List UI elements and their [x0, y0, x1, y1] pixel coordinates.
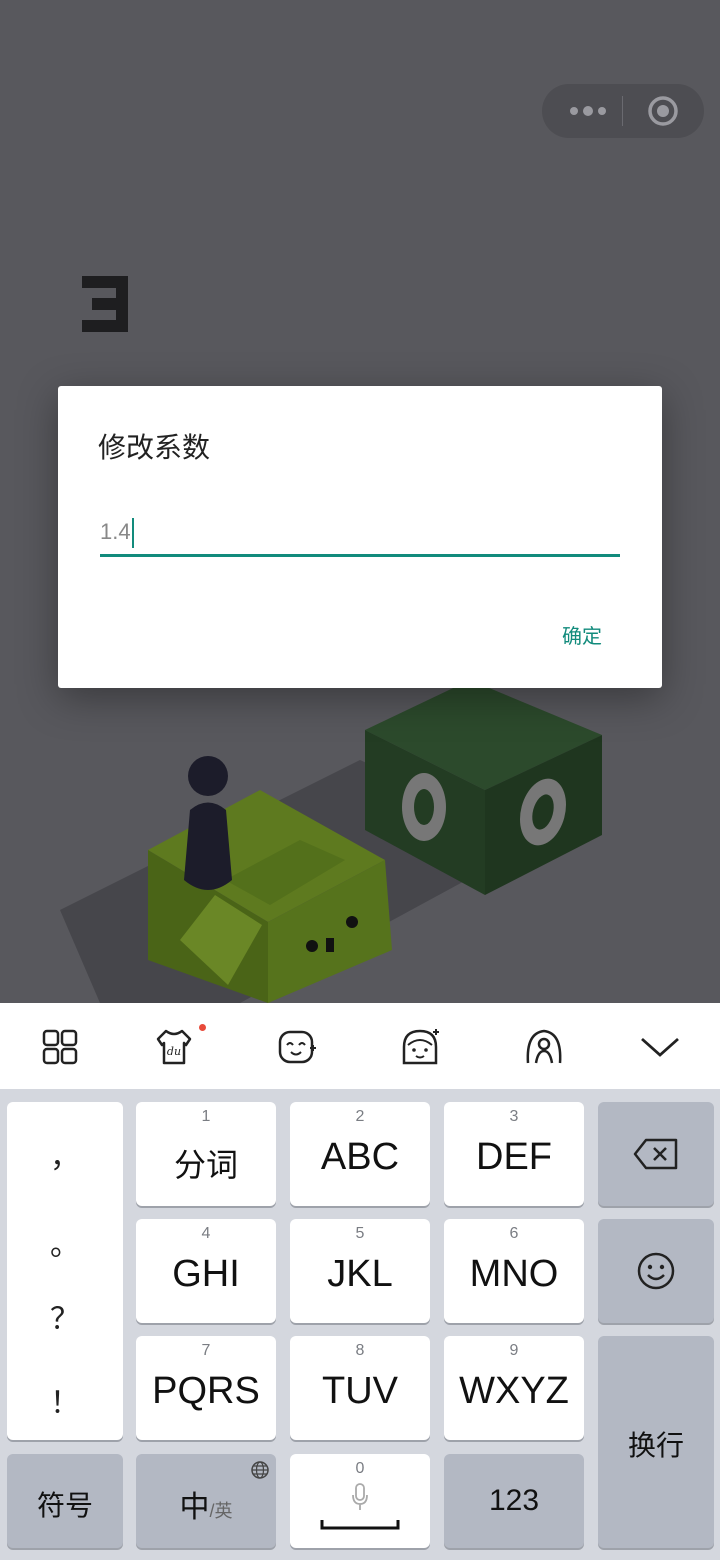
space-key[interactable]: 0 — [290, 1454, 430, 1548]
key-label: WXYZ — [459, 1370, 569, 1412]
key-number: 8 — [355, 1342, 365, 1359]
svg-text:du: du — [167, 1045, 181, 1058]
key-label: TUV — [322, 1370, 398, 1412]
symbol-key[interactable]: 符号 — [7, 1454, 123, 1548]
smiley-icon — [637, 1252, 675, 1290]
keyboard-toolbar: du — [0, 1003, 720, 1089]
key-5-jkl[interactable]: 5 JKL — [290, 1219, 430, 1323]
lang-main-label: 中 — [179, 1491, 210, 1524]
dialog-title: 修改系数 — [98, 431, 211, 464]
key-4-ghi[interactable]: 4 GHI — [136, 1219, 276, 1323]
microphone-icon — [352, 1483, 368, 1510]
punct-exclaim[interactable]: ！ — [7, 1378, 123, 1422]
key-6-mno[interactable]: 6 MNO — [444, 1219, 584, 1323]
number-mode-label: 123 — [488, 1484, 540, 1517]
key-7-pqrs[interactable]: 7 PQRS — [136, 1336, 276, 1440]
key-number: 9 — [509, 1342, 519, 1359]
handwrite-icon[interactable] — [522, 1025, 566, 1069]
globe-icon — [251, 1461, 269, 1479]
key-3-def[interactable]: 3 DEF — [444, 1102, 584, 1206]
emoji-face-icon[interactable] — [275, 1025, 319, 1069]
symbol-label: 符号 — [36, 1489, 93, 1522]
key-number: 6 — [509, 1225, 519, 1242]
key-2-abc[interactable]: 2 ABC — [290, 1102, 430, 1206]
punct-question[interactable]: ？ — [7, 1294, 123, 1338]
key-number: 3 — [509, 1108, 519, 1125]
key-number: 4 — [201, 1225, 211, 1242]
emoji-key[interactable] — [598, 1219, 714, 1323]
enter-key[interactable]: 换行 — [598, 1336, 714, 1548]
enter-label: 换行 — [627, 1429, 684, 1462]
key-number: 5 — [355, 1225, 365, 1242]
skin-icon[interactable]: du — [152, 1025, 196, 1069]
key-label: ABC — [320, 1136, 400, 1178]
notification-dot — [199, 1024, 206, 1031]
key-label: MNO — [469, 1253, 559, 1295]
coefficient-input-wrapper — [100, 514, 620, 557]
key-8-tuv[interactable]: 8 TUV — [290, 1336, 430, 1440]
space-bar-icon — [320, 1520, 400, 1530]
backspace-icon — [633, 1138, 678, 1170]
backspace-key[interactable] — [598, 1102, 714, 1206]
chevron-down-icon[interactable] — [638, 1025, 682, 1069]
confirm-button[interactable]: 确定 — [562, 620, 602, 649]
key-number: 2 — [355, 1108, 365, 1125]
key-label: GHI — [172, 1253, 240, 1295]
key-1-fenci[interactable]: 1 分词 — [136, 1102, 276, 1206]
language-switch-key[interactable]: 中/英 — [136, 1454, 276, 1548]
punct-comma[interactable]: ， — [7, 1132, 123, 1176]
text-caret — [132, 518, 134, 548]
lang-sub-label: /英 — [209, 1501, 233, 1521]
key-number: 1 — [201, 1108, 211, 1125]
number-mode-key[interactable]: 123 — [444, 1454, 584, 1548]
key-9-wxyz[interactable]: 9 WXYZ — [444, 1336, 584, 1440]
key-label: PQRS — [152, 1370, 260, 1412]
key-label: 分词 — [173, 1146, 238, 1184]
avatar-icon[interactable] — [398, 1025, 442, 1069]
modify-coefficient-dialog: 修改系数 确定 — [58, 386, 662, 688]
key-label: DEF — [476, 1136, 552, 1178]
key-number: 0 — [355, 1460, 365, 1477]
coefficient-input[interactable] — [100, 514, 620, 550]
key-label: JKL — [327, 1253, 393, 1295]
grid-icon[interactable] — [38, 1025, 82, 1069]
key-number: 7 — [201, 1342, 211, 1359]
punctuation-column[interactable]: ， 。 ？ ！ — [7, 1102, 123, 1440]
punct-period[interactable]: 。 — [7, 1220, 123, 1264]
keyboard: ， 。 ？ ！ 1 分词 2 ABC 3 DEF 4 GHI 5 JKL 6 M… — [0, 1089, 720, 1560]
